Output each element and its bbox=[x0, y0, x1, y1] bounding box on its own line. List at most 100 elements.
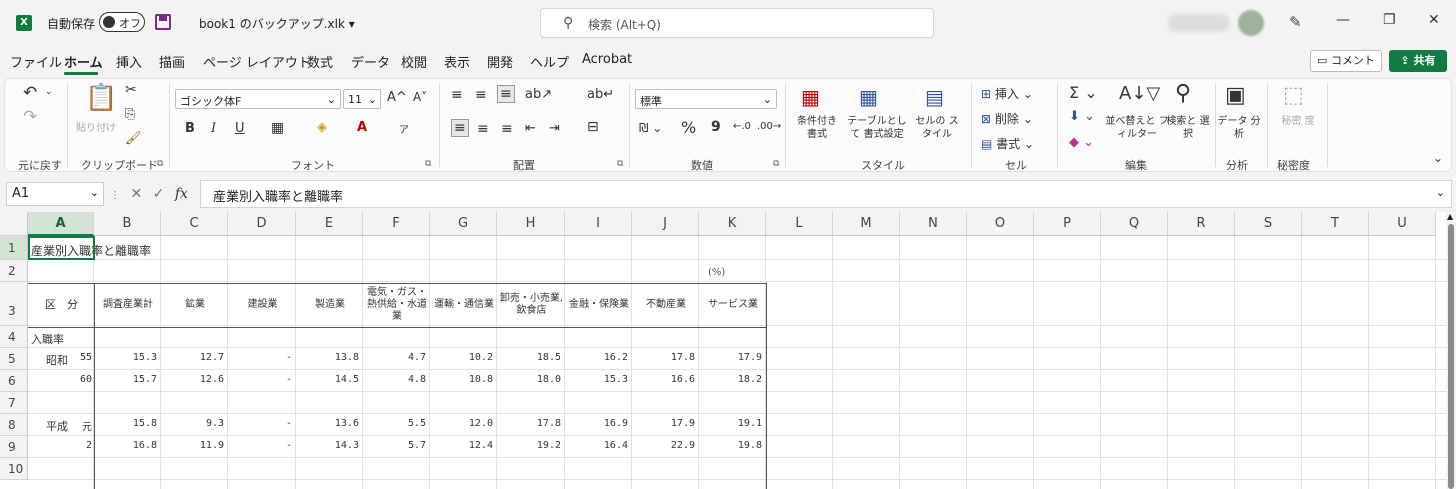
data-cell[interactable]: 14.3 bbox=[296, 440, 359, 451]
header-retail[interactable]: 卸売・小売業,飲食店 bbox=[498, 284, 565, 326]
data-cell[interactable]: - bbox=[228, 352, 292, 363]
column-header-i[interactable]: I bbox=[565, 212, 632, 236]
tab-home[interactable]: ホーム bbox=[64, 52, 103, 71]
row-header-6[interactable]: 6 bbox=[0, 370, 28, 392]
restore-button[interactable]: ❐ bbox=[1383, 12, 1396, 28]
data-cell[interactable]: 14.5 bbox=[296, 374, 359, 385]
align-middle-icon[interactable]: ≡ bbox=[475, 87, 487, 103]
column-header-r[interactable]: R bbox=[1168, 212, 1235, 236]
format-painter-icon[interactable]: 🖌 bbox=[125, 131, 142, 146]
data-cell[interactable]: 22.9 bbox=[632, 440, 695, 451]
worksheet-grid[interactable]: ABCDEFGHIJKLMNOPQRSTU 1 2 3 4 5 6 7 8 9 10 産業別入職率… bbox=[0, 212, 1446, 489]
data-cell[interactable]: 4.7 bbox=[363, 352, 426, 363]
year-cell[interactable]: 55 bbox=[70, 352, 92, 363]
header-category[interactable]: 区 分 bbox=[29, 284, 94, 326]
format-cells-button[interactable]: ▤ 書式 ⌄ bbox=[981, 135, 1034, 152]
pen-icon[interactable]: ✎ bbox=[1289, 13, 1302, 31]
row-header-10[interactable]: 10 bbox=[0, 458, 28, 480]
font-size-select[interactable]: 11 ⌄ bbox=[343, 89, 381, 109]
tab-file[interactable]: ファイル bbox=[10, 52, 62, 71]
data-cell[interactable]: 15.3 bbox=[94, 352, 157, 363]
share-button[interactable]: ⇪ 共有 bbox=[1389, 50, 1447, 72]
tab-draw[interactable]: 描画 bbox=[159, 52, 185, 71]
data-cell[interactable]: 17.9 bbox=[632, 418, 695, 429]
chevron-down-icon[interactable]: ⌄ bbox=[45, 87, 53, 97]
tab-help[interactable]: ヘルプ bbox=[530, 52, 569, 71]
border-icon[interactable]: ▦ bbox=[271, 120, 284, 136]
column-header-u[interactable]: U bbox=[1369, 212, 1436, 236]
bold-button[interactable]: B bbox=[185, 121, 195, 136]
cancel-icon[interactable]: ✕ bbox=[130, 186, 142, 202]
align-center-icon[interactable]: ≡ bbox=[477, 121, 489, 137]
header-real-estate[interactable]: 不動産業 bbox=[633, 284, 699, 326]
data-cell[interactable]: 4.8 bbox=[363, 374, 426, 385]
era-cell[interactable]: 平成 bbox=[46, 418, 68, 434]
font-name-select[interactable]: ゴシック体F ⌄ bbox=[175, 89, 341, 109]
tab-review[interactable]: 校閲 bbox=[401, 52, 427, 71]
merge-center-icon[interactable]: ⊟ bbox=[587, 119, 599, 135]
data-cell[interactable]: - bbox=[228, 418, 292, 429]
indent-decrease-icon[interactable]: ⇤ bbox=[525, 121, 536, 136]
find-icon[interactable]: ⚲ bbox=[1175, 81, 1191, 106]
row-header-5[interactable]: 5 bbox=[0, 348, 28, 370]
chevron-down-icon[interactable]: ⌄ bbox=[1436, 186, 1445, 199]
font-grow-icon[interactable]: A^ bbox=[387, 90, 407, 105]
data-cell[interactable]: 10.2 bbox=[430, 352, 493, 363]
delete-cells-button[interactable]: ⊠ 削除 ⌄ bbox=[981, 110, 1033, 127]
column-header-k[interactable]: K bbox=[699, 212, 766, 236]
column-header-l[interactable]: L bbox=[766, 212, 833, 236]
data-cell[interactable]: 19.2 bbox=[497, 440, 561, 451]
column-header-h[interactable]: H bbox=[497, 212, 565, 236]
data-analysis-icon[interactable]: ▣ bbox=[1225, 83, 1246, 108]
number-format-select[interactable]: 標準 ⌄ bbox=[635, 89, 777, 109]
data-cell[interactable]: 12.6 bbox=[161, 374, 224, 385]
header-construction[interactable]: 建設業 bbox=[229, 284, 296, 326]
data-cell[interactable]: 16.2 bbox=[565, 352, 628, 363]
drag-handle-icon[interactable]: ⋮ bbox=[110, 190, 120, 201]
data-cell[interactable]: 15.3 bbox=[565, 374, 628, 385]
tab-data[interactable]: データ bbox=[351, 52, 390, 71]
column-header-m[interactable]: M bbox=[833, 212, 900, 236]
currency-icon[interactable]: ₪ ⌄ bbox=[639, 121, 662, 135]
data-cell[interactable]: 16.4 bbox=[565, 440, 628, 451]
column-header-g[interactable]: G bbox=[430, 212, 497, 236]
header-all-industries[interactable]: 調査産業計 bbox=[95, 284, 161, 326]
table-format-icon[interactable]: ▦ bbox=[859, 85, 878, 109]
launcher-icon[interactable]: ⧉ bbox=[617, 159, 623, 169]
data-cell[interactable]: 16.8 bbox=[94, 440, 157, 451]
find-select-button[interactable]: 検索と 選択 bbox=[1165, 115, 1211, 141]
decrease-decimal-icon[interactable]: .00→ bbox=[757, 121, 781, 132]
header-services[interactable]: サービス業 bbox=[700, 284, 766, 326]
scroll-up-icon[interactable]: ▲ bbox=[1447, 212, 1453, 221]
fx-icon[interactable]: fx bbox=[175, 186, 188, 202]
clear-icon[interactable]: ◆ ⌄ bbox=[1069, 135, 1094, 150]
tab-view[interactable]: 表示 bbox=[444, 52, 470, 71]
user-name[interactable] bbox=[1168, 14, 1230, 32]
column-header-o[interactable]: O bbox=[967, 212, 1034, 236]
data-cell[interactable]: 19.8 bbox=[699, 440, 762, 451]
insert-cells-button[interactable]: ⊞ 挿入 ⌄ bbox=[981, 85, 1033, 102]
data-cell[interactable]: - bbox=[228, 440, 292, 451]
data-cell[interactable]: 13.8 bbox=[296, 352, 359, 363]
font-shrink-icon[interactable]: A˅ bbox=[413, 90, 427, 104]
scrollbar-thumb[interactable] bbox=[1448, 224, 1454, 489]
align-bottom-icon[interactable]: ≡ bbox=[497, 85, 515, 103]
undo-icon[interactable]: ↶ bbox=[23, 83, 37, 103]
data-cell[interactable]: 12.7 bbox=[161, 352, 224, 363]
column-header-a[interactable]: A bbox=[28, 212, 94, 236]
data-cell[interactable]: 12.0 bbox=[430, 418, 493, 429]
conditional-format-icon[interactable]: ▦ bbox=[801, 85, 820, 109]
autosum-icon[interactable]: Σ ⌄ bbox=[1069, 83, 1098, 102]
data-cell[interactable]: - bbox=[228, 374, 292, 385]
paste-label[interactable]: 貼り付け bbox=[76, 119, 116, 134]
data-cell[interactable]: 18.2 bbox=[699, 374, 762, 385]
launcher-icon[interactable]: ⧉ bbox=[157, 159, 163, 169]
header-transport[interactable]: 運輸・通信業 bbox=[431, 284, 497, 326]
row-label-hires[interactable]: 入職率 bbox=[31, 331, 64, 347]
data-cell[interactable]: 16.6 bbox=[632, 374, 695, 385]
fill-color-icon[interactable]: ◈ bbox=[317, 120, 327, 135]
ribbon-collapse-icon[interactable]: ⌄ bbox=[1433, 151, 1443, 165]
tab-insert[interactable]: 挿入 bbox=[116, 52, 142, 71]
sensitivity-button[interactable]: 秘密 度 bbox=[1275, 115, 1321, 128]
sensitivity-icon[interactable]: ⬚ bbox=[1283, 83, 1304, 108]
